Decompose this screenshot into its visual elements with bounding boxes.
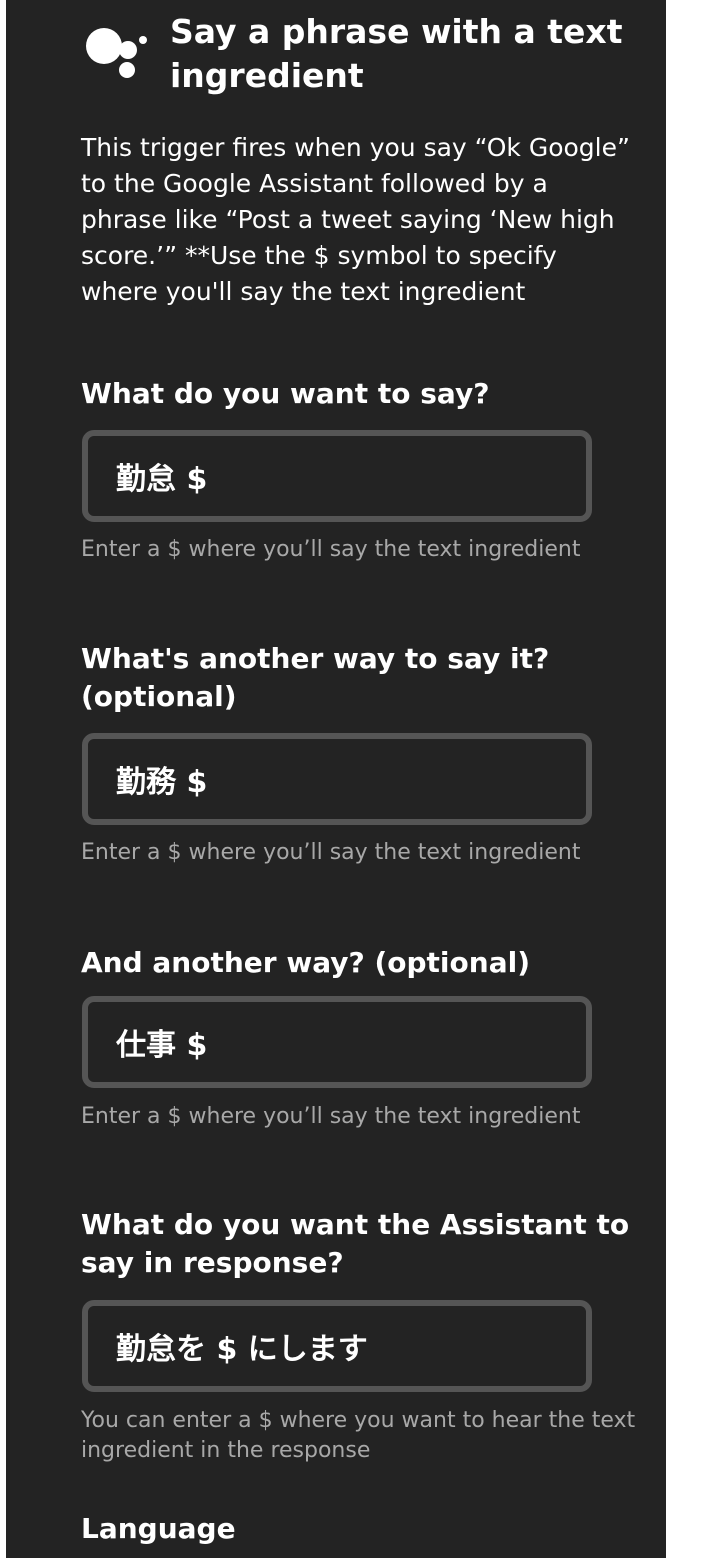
language-label: Language <box>81 1512 236 1545</box>
trigger-config-panel: Say a phrase with a text ingredient This… <box>6 0 666 1558</box>
alt-phrase-value: 勤務 $ <box>116 765 208 800</box>
alt-phrase-input[interactable]: 勤務 $ <box>82 733 592 825</box>
trigger-description: This trigger fires when you say “Ok Goog… <box>81 133 630 306</box>
alt-phrase-label: What's another way to say it? (optional) <box>81 642 550 713</box>
say-phrase-input[interactable]: 勤怠 $ <box>82 430 592 522</box>
another-phrase-help: Enter a $ where you’ll say the text ingr… <box>81 1104 581 1129</box>
response-input[interactable]: 勤怠を $ にします <box>82 1300 592 1392</box>
alt-phrase-help: Enter a $ where you’ll say the text ingr… <box>81 840 581 865</box>
response-value: 勤怠を $ にします <box>116 1332 368 1367</box>
say-phrase-help: Enter a $ where you’ll say the text ingr… <box>81 537 581 562</box>
another-phrase-input[interactable]: 仕事 $ <box>82 996 592 1088</box>
trigger-title: Say a phrase with a text ingredient <box>170 12 623 95</box>
say-phrase-value: 勤怠 $ <box>116 462 208 497</box>
google-assistant-icon <box>86 28 147 78</box>
response-help: You can enter a $ where you want to hear… <box>81 1408 636 1463</box>
another-phrase-value: 仕事 $ <box>116 1028 208 1063</box>
response-label: What do you want the Assistant to say in… <box>81 1208 630 1279</box>
say-phrase-label: What do you want to say? <box>81 377 490 410</box>
another-phrase-label: And another way? (optional) <box>81 946 530 979</box>
